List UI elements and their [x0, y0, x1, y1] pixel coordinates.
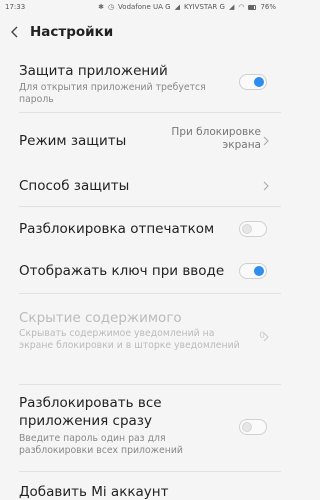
- setting-label: Защита приложений: [19, 63, 168, 79]
- setting-label: Разблокировка отпечатком: [19, 221, 215, 237]
- setting-show-key[interactable]: Отображать ключ при вводе: [0, 250, 281, 292]
- status-bar: 17:33 ✱ ◷ Vodafone UA G ◢ KYIVSTAR G ◢ ◠…: [0, 0, 281, 14]
- setting-label: Скрытие содержимого: [19, 310, 182, 326]
- page-title: Настройки: [30, 24, 114, 40]
- toggle-knob: [242, 422, 252, 432]
- toggle-knob: [254, 77, 264, 87]
- setting-add-mi-account[interactable]: Добавить Mi аккаунт: [0, 472, 281, 500]
- bluetooth-icon: ✱: [98, 3, 104, 11]
- setting-description: Скрывать содержимое уведомлений на экран…: [19, 328, 240, 351]
- battery-level: 76%: [260, 3, 276, 11]
- carrier1: Vodafone UA G: [118, 3, 171, 11]
- wifi-icon: ◠: [238, 3, 245, 11]
- setting-unlock-all[interactable]: Разблокировать все приложения сразу Введ…: [0, 385, 281, 470]
- battery-icon: [248, 4, 257, 10]
- setting-label: Добавить Mi аккаунт: [19, 484, 169, 500]
- status-time: 17:33: [5, 3, 26, 11]
- chevron-right-icon: [263, 136, 269, 146]
- setting-fingerprint-unlock[interactable]: Разблокировка отпечатком: [0, 207, 281, 250]
- alarm-icon: ◷: [107, 3, 115, 11]
- setting-label: Отображать ключ при вводе: [19, 263, 225, 279]
- signal-icon-1: ◢: [174, 3, 180, 11]
- setting-label: Режим защиты: [19, 133, 127, 149]
- chevron-right-icon: [263, 181, 269, 191]
- setting-protection-method[interactable]: Способ защиты: [0, 166, 281, 206]
- unlock-all-toggle[interactable]: [239, 419, 267, 435]
- back-button[interactable]: [0, 14, 30, 50]
- setting-app-protection[interactable]: Защита приложений Для открытия приложени…: [0, 55, 281, 112]
- toggle-knob: [242, 224, 252, 234]
- fingerprint-unlock-toggle[interactable]: [239, 221, 267, 237]
- signal-icon-2: ◢: [228, 3, 235, 11]
- setting-protection-mode[interactable]: Режим защиты При блокировке экрана: [0, 113, 281, 166]
- show-key-toggle[interactable]: [239, 263, 267, 279]
- carrier2: KYIVSTAR G: [183, 3, 225, 11]
- app-protection-toggle[interactable]: [239, 74, 267, 90]
- setting-value: При блокировке экрана: [171, 126, 261, 151]
- setting-hide-content: Скрытие содержимого Скрывать содержимое …: [0, 294, 281, 384]
- status-right: ✱ ◷ Vodafone UA G ◢ KYIVSTAR G ◢ ◠ 76%: [98, 3, 276, 11]
- setting-label: Разблокировать все приложения сразу: [19, 395, 162, 429]
- setting-description: Введите пароль один раз для разблокировк…: [19, 433, 183, 456]
- app-header: Настройки: [0, 14, 281, 50]
- setting-description: Для открытия приложений требуется пароль: [19, 82, 206, 105]
- toggle-knob: [254, 266, 264, 276]
- setting-label: Способ защиты: [19, 178, 130, 194]
- chevron-left-icon: [11, 26, 18, 38]
- chevron-right-icon: [263, 332, 269, 342]
